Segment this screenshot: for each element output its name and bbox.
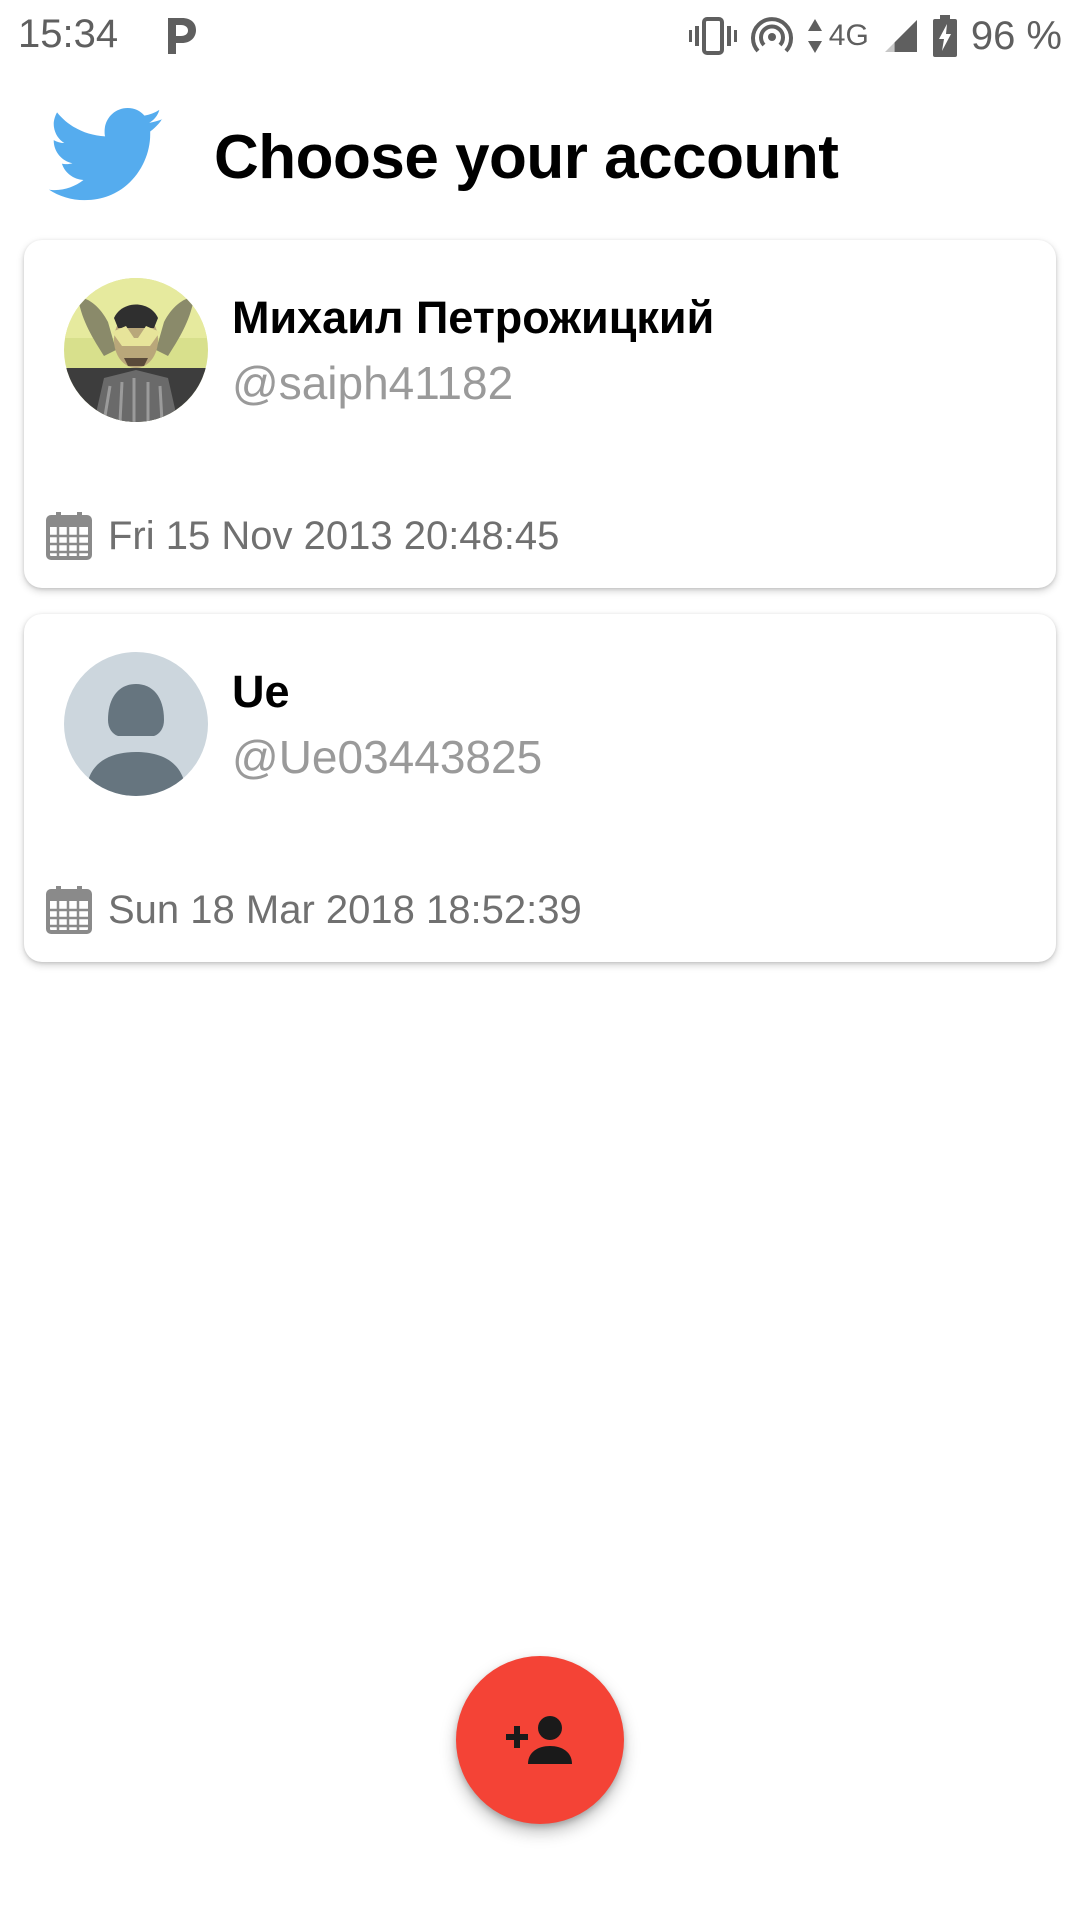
header: Choose your account — [0, 100, 1080, 220]
calendar-icon — [46, 886, 92, 934]
account-date: Sun 18 Mar 2018 18:52:39 — [108, 887, 582, 932]
signal-icon — [884, 20, 917, 52]
parking-icon — [168, 18, 196, 54]
avatar — [64, 278, 208, 422]
screen: 15:34 4G 96 % Choose your account Михаил… — [0, 0, 1080, 1920]
network-type-label: 4G — [828, 19, 869, 52]
battery-charging-icon — [932, 15, 957, 57]
account-name: Ue — [232, 666, 290, 717]
hotspot-icon — [750, 17, 793, 53]
user-photo — [64, 278, 208, 422]
account-card[interactable]: Михаил Петрожицкий @saiph41182 Fri 15 No… — [24, 240, 1056, 588]
account-name: Михаил Петрожицкий — [232, 292, 715, 343]
account-date-row: Sun 18 Mar 2018 18:52:39 — [46, 884, 582, 936]
status-time: 15:34 — [18, 12, 119, 56]
status-bar: 15:34 4G 96 % — [0, 0, 1080, 72]
twitter-bird-icon — [48, 108, 163, 201]
account-date: Fri 15 Nov 2013 20:48:45 — [108, 513, 560, 558]
add-person-icon — [506, 1716, 572, 1764]
network-arrows-icon — [807, 19, 822, 53]
account-card[interactable]: Ue @Ue03443825 Sun 18 Mar 2018 18:52:39 — [24, 614, 1056, 962]
account-handle: @Ue03443825 — [232, 731, 543, 783]
battery-percentage: 96 % — [970, 13, 1062, 58]
account-date-row: Fri 15 Nov 2013 20:48:45 — [46, 510, 559, 562]
account-handle: @saiph41182 — [232, 357, 514, 409]
page-title: Choose your account — [214, 123, 839, 192]
default-avatar-icon — [64, 652, 208, 796]
vibrate-icon — [688, 17, 737, 55]
add-account-button[interactable] — [456, 1656, 624, 1824]
status-icons: 4G 96 % — [688, 10, 1062, 62]
calendar-icon — [46, 512, 92, 560]
avatar — [64, 652, 208, 796]
